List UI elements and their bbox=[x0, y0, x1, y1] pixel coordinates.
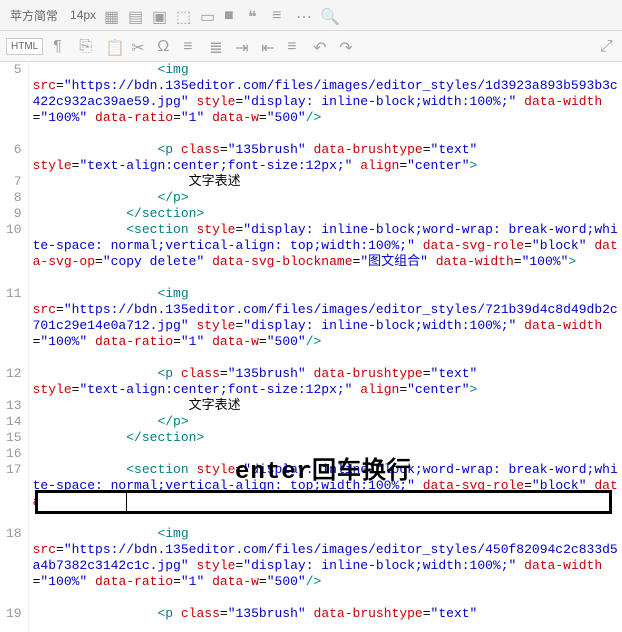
line-number: 15 bbox=[6, 430, 22, 446]
code-line[interactable]: <p class="135brush" data-brushtype="text… bbox=[33, 142, 618, 174]
search-icon[interactable]: 🔍 bbox=[320, 7, 336, 23]
line-number: 7 bbox=[6, 174, 22, 190]
list-icon[interactable]: ≡ bbox=[183, 38, 199, 54]
code-line[interactable]: <section style="display: inline-block;wo… bbox=[33, 222, 618, 286]
line-number: 6 bbox=[6, 142, 22, 174]
code-editor[interactable]: 5678910111213141516171819 <img src="http… bbox=[0, 62, 622, 632]
line-number: 14 bbox=[6, 414, 22, 430]
code-line[interactable]: <p class="135brush" data-brushtype="text… bbox=[33, 606, 618, 622]
line-number: 18 bbox=[6, 526, 22, 606]
code-line[interactable]: <img src="https://bdn.135editor.com/file… bbox=[33, 286, 618, 366]
code-line[interactable]: <img src="https://bdn.135editor.com/file… bbox=[33, 526, 618, 606]
link-icon[interactable]: ⬚ bbox=[176, 7, 192, 23]
media-icon[interactable]: ▭ bbox=[200, 7, 216, 23]
code-line[interactable] bbox=[33, 446, 618, 462]
line-number: 17 bbox=[6, 462, 22, 526]
image-icon[interactable]: ▣ bbox=[152, 7, 168, 23]
code-line[interactable]: <section style="display: inline-block;wo… bbox=[33, 462, 618, 526]
copy-icon[interactable]: ⎘ bbox=[79, 38, 95, 54]
code-line[interactable]: <p class="135brush" data-brushtype="text… bbox=[33, 366, 618, 398]
redo-icon[interactable]: ↷ bbox=[339, 38, 355, 54]
toolbar-top: 苹方简常 14px ▦ ▤ ▣ ⬚ ▭ ■ ❝ ≡ ⋯ 🔍 bbox=[0, 0, 622, 31]
undo-icon[interactable]: ↶ bbox=[313, 38, 329, 54]
code-icon[interactable]: ≡ bbox=[272, 7, 288, 23]
toolbar-second: HTML ¶ ⎘ 📋 ✂ Ω ≡ ≣ ⇥ ⇤ ≡ ↶ ↷ ⤢ bbox=[0, 31, 622, 62]
fontsize-select[interactable]: 14px bbox=[70, 8, 96, 22]
numlist-icon[interactable]: ≣ bbox=[209, 38, 225, 54]
code-line[interactable]: </p> bbox=[33, 414, 618, 430]
line-number: 5 bbox=[6, 62, 22, 142]
cut-icon[interactable]: ✂ bbox=[131, 38, 147, 54]
line-number: 9 bbox=[6, 206, 22, 222]
indent-icon[interactable]: ⇥ bbox=[235, 38, 251, 54]
line-gutter: 5678910111213141516171819 bbox=[0, 62, 29, 632]
code-line[interactable]: </p> bbox=[33, 190, 618, 206]
line-number: 12 bbox=[6, 366, 22, 398]
code-line[interactable]: 文字表述 bbox=[33, 398, 618, 414]
line-number: 8 bbox=[6, 190, 22, 206]
align-icon[interactable]: ≡ bbox=[287, 38, 303, 54]
line-number: 13 bbox=[6, 398, 22, 414]
code-line[interactable]: <img src="https://bdn.135editor.com/file… bbox=[33, 62, 618, 142]
expand-icon[interactable]: ⤢ bbox=[600, 38, 616, 54]
quote-icon[interactable]: ❝ bbox=[248, 7, 264, 23]
html-button[interactable]: HTML bbox=[6, 38, 43, 55]
line-number: 11 bbox=[6, 286, 22, 366]
paste-icon[interactable]: 📋 bbox=[105, 38, 121, 54]
video-icon[interactable]: ■ bbox=[224, 7, 240, 23]
format-icon[interactable]: ¶ bbox=[53, 38, 69, 54]
code-line[interactable]: </section> bbox=[33, 430, 618, 446]
bold-icon[interactable]: ▦ bbox=[104, 7, 120, 23]
font-select[interactable]: 苹方简常 bbox=[6, 5, 62, 26]
omega-icon[interactable]: Ω bbox=[157, 38, 173, 54]
line-number: 16 bbox=[6, 446, 22, 462]
code-area[interactable]: <img src="https://bdn.135editor.com/file… bbox=[29, 62, 622, 632]
table-icon[interactable]: ▤ bbox=[128, 7, 144, 23]
code-line[interactable]: </section> bbox=[33, 206, 618, 222]
line-number: 10 bbox=[6, 222, 22, 286]
more-icon[interactable]: ⋯ bbox=[296, 7, 312, 23]
outdent-icon[interactable]: ⇤ bbox=[261, 38, 277, 54]
line-number: 19 bbox=[6, 606, 22, 622]
code-line[interactable]: 文字表述 bbox=[33, 174, 618, 190]
